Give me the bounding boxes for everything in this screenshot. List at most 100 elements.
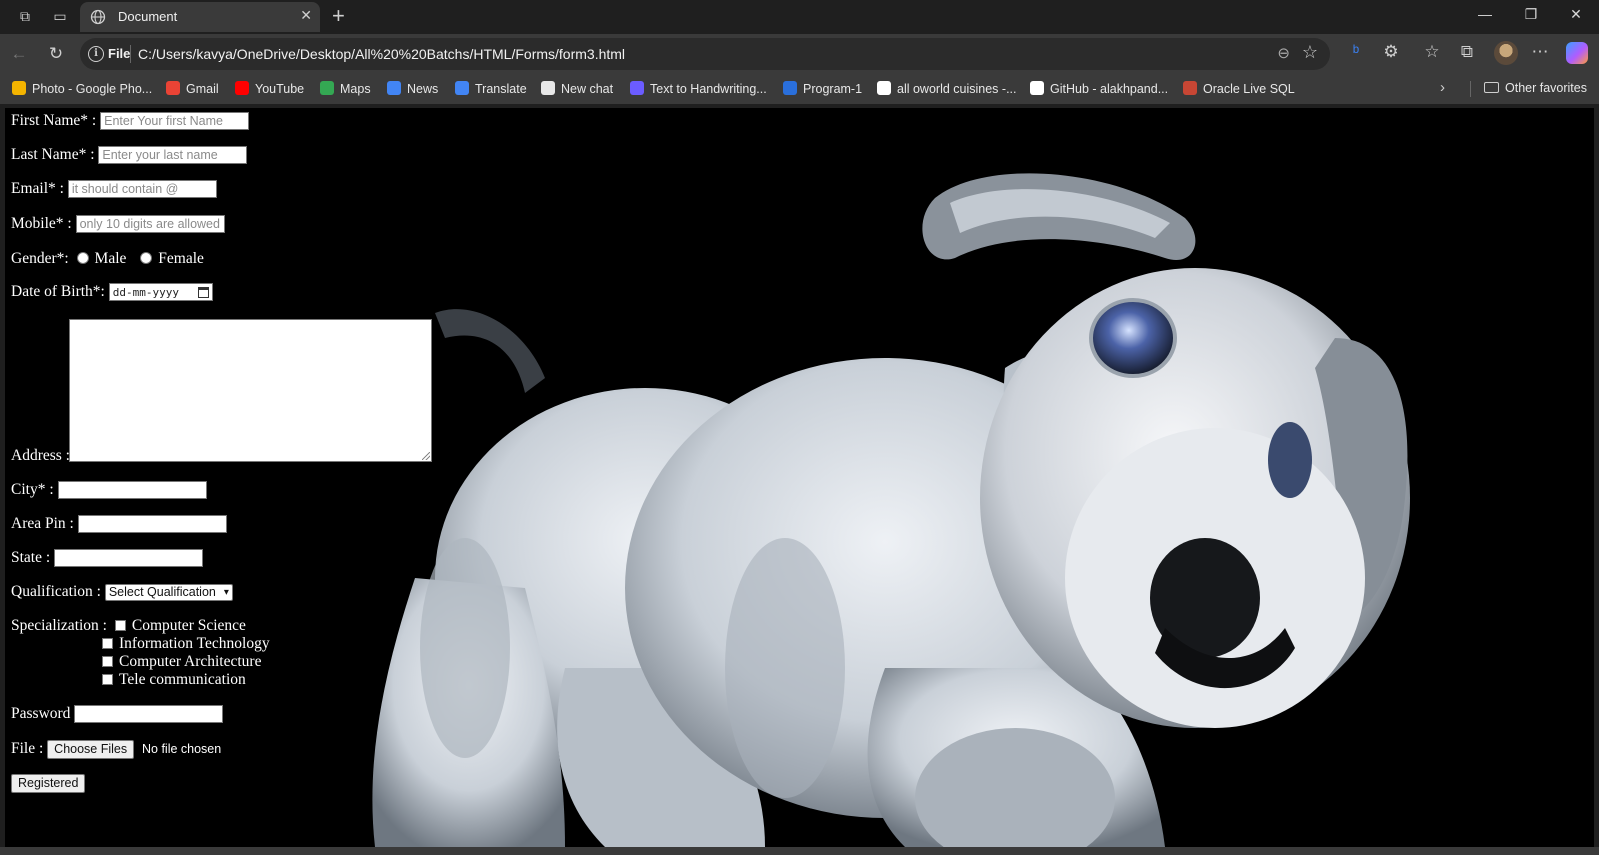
state-row: State : [11,549,204,568]
password-row: Password [11,705,224,724]
program-icon [783,81,797,95]
qualification-selected: Select Qualification [108,584,216,599]
bookmark-item[interactable]: GitHub - alakhpand... [1030,81,1168,96]
first-name-input[interactable]: Enter Your first Name [100,112,250,131]
github-icon [1030,81,1044,95]
title-bar: ⧉ ▭ Document ✕ + — ❐ ✕ [0,0,1599,32]
last-name-input[interactable]: Enter your last name [98,146,248,165]
bookmark-item[interactable]: Gmail [166,81,219,96]
gender-female-radio[interactable] [140,252,153,264]
scheme-label: File [108,46,131,61]
specialization-checkbox[interactable] [102,674,113,685]
gender-row: Gender*: Male Female [11,250,204,268]
specialization-checkbox[interactable] [102,656,113,667]
favorites-icon[interactable]: ☆ [1420,42,1444,62]
bookmark-item[interactable]: New chat [541,81,613,96]
file-status: No file chosen [142,742,222,757]
workspaces-icon[interactable]: ⧉ [16,7,34,25]
choose-files-button[interactable]: Choose Files [47,740,135,759]
vertical-tabs-icon[interactable]: ▭ [51,7,69,25]
new-tab-icon[interactable]: + [332,3,345,29]
robot-dog-background-image [372,173,1410,847]
address-row: Address : [11,319,441,465]
email-input[interactable]: it should contain @ [67,180,217,199]
copilot-icon[interactable] [1566,42,1588,64]
bookmark-item[interactable]: Photo - Google Pho... [12,81,152,96]
mobile-input[interactable]: only 10 digits are allowed [75,215,225,234]
bookmark-item[interactable]: Program-1 [783,81,862,96]
specialization-label: Specialization : [11,617,107,634]
mobile-row: Mobile* : only 10 digits are allowed [11,215,225,234]
gender-male-label: Male [94,250,127,267]
bookmark-item[interactable]: Maps [320,81,371,96]
specialization-option: Computer Architecture [119,653,262,670]
bookmark-item[interactable]: Oracle Live SQL [1183,81,1295,96]
bookmark-item[interactable]: Text to Handwriting... [630,81,767,96]
tab-title: Document [118,9,178,24]
extensions-icon[interactable]: ⚙ [1379,42,1403,62]
other-favorites[interactable]: Other favorites [1484,81,1587,95]
bing-icon[interactable]: ᵇ [1344,42,1368,62]
gender-female-label: Female [158,250,204,267]
pin-row: Area Pin : [11,515,227,534]
submit-row: Registered [11,774,86,793]
close-tab-icon[interactable]: ✕ [300,7,312,24]
bookmarks-bar: Photo - Google Pho... Gmail YouTube Maps… [0,74,1599,104]
state-input[interactable] [54,549,204,568]
specialization-option: Information Technology [119,635,270,652]
address-bar[interactable]: i File C:/Users/kavya/OneDrive/Desktop/A… [80,38,1330,70]
city-row: City* : [11,481,207,500]
collections-icon[interactable]: ⧉ [1455,42,1479,62]
specialization-option: Computer Science [131,617,246,634]
url-text[interactable]: C:/Users/kavya/OneDrive/Desktop/All%20%2… [138,46,625,62]
resize-handle-icon[interactable] [422,452,430,460]
password-label: Password [11,705,71,722]
close-window-icon[interactable]: ✕ [1561,6,1591,23]
gender-label: Gender*: [11,250,69,267]
maps-icon [320,81,334,95]
globe-icon [90,9,106,25]
specialization-row: Tele communication [102,671,246,689]
site-info-icon[interactable]: i [88,46,104,62]
mobile-label: Mobile* : [11,215,72,232]
address-label: Address : [11,447,70,464]
address-textarea[interactable] [69,319,432,462]
pin-input[interactable] [77,515,227,534]
password-input[interactable] [74,705,224,724]
state-label: State : [11,549,51,566]
gender-male-radio[interactable] [76,252,89,264]
profile-avatar[interactable] [1494,41,1518,65]
specialization-row: Information Technology [102,635,270,653]
email-label: Email* : [11,180,64,197]
bookmark-item[interactable]: News [387,81,438,96]
more-menu-icon[interactable]: ⋯ [1528,42,1552,62]
calendar-icon[interactable] [197,287,209,299]
city-input[interactable] [57,481,207,500]
chevron-right-icon[interactable]: › [1440,79,1445,96]
zoom-icon[interactable]: ⊖ [1277,44,1290,62]
dob-input[interactable]: dd-mm-yyyy [108,283,213,302]
page-viewport: First Name* : Enter Your first Name Last… [5,108,1594,847]
favorite-star-icon[interactable]: ☆ [1302,42,1318,63]
file-label: File : [11,740,44,758]
photos-icon [12,81,26,95]
oracle-icon [1183,81,1197,95]
registered-button[interactable]: Registered [11,774,86,793]
bookmark-item[interactable]: Translate [455,81,527,96]
qualification-select[interactable]: Select Qualification ▾ [104,583,233,601]
restore-icon[interactable]: ❐ [1516,6,1546,23]
tab-document[interactable]: Document ✕ [80,2,320,32]
minimize-icon[interactable]: — [1470,6,1500,22]
back-icon[interactable]: ← [8,43,30,65]
refresh-icon[interactable]: ↻ [45,43,67,65]
navigation-bar: ← ↻ i File C:/Users/kavya/OneDrive/Deskt… [0,34,1599,74]
dob-label: Date of Birth*: [11,283,105,300]
chevron-down-icon: ▾ [223,586,229,598]
bookmark-item[interactable]: all oworld cuisines -... [877,81,1017,96]
news-icon [387,81,401,95]
specialization-checkbox[interactable] [114,620,126,631]
bookmark-item[interactable]: YouTube [235,81,304,96]
specialization-checkbox[interactable] [102,638,113,649]
qualification-label: Qualification : [11,583,101,600]
window-bottom-border [0,847,1599,855]
